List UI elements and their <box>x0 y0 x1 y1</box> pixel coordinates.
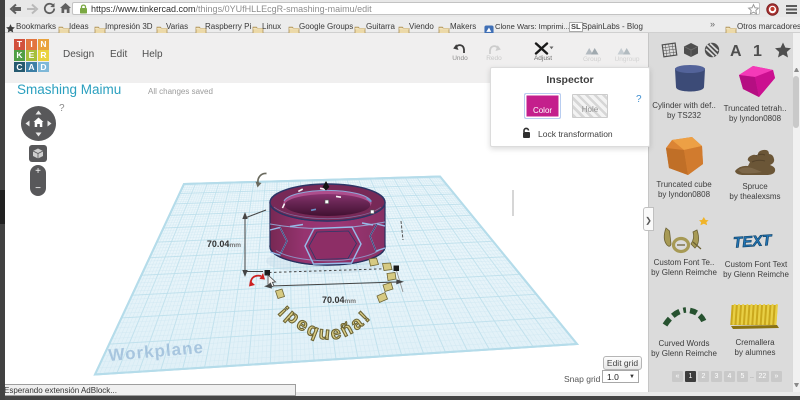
svg-text:TEXT: TEXT <box>733 232 774 252</box>
svg-text:1: 1 <box>753 43 762 59</box>
svg-text:A: A <box>730 43 742 59</box>
